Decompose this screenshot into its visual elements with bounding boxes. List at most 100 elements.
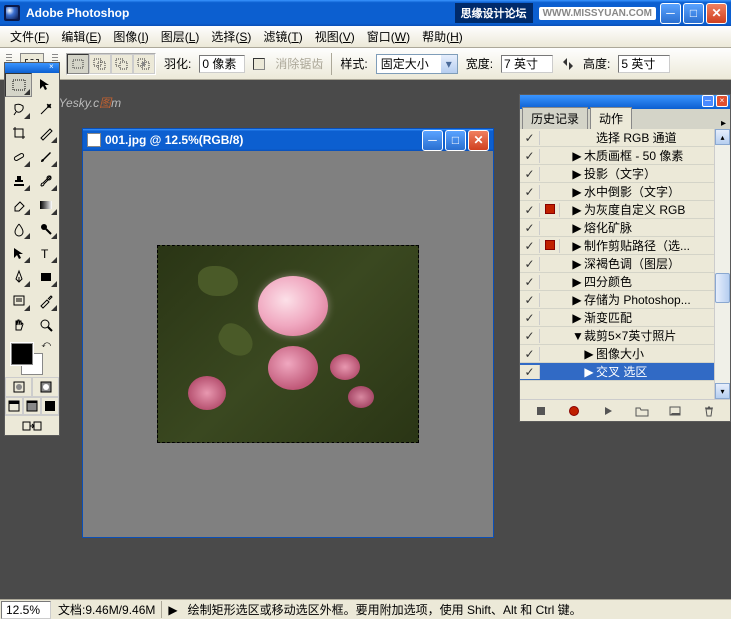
disclosure-icon[interactable]: ▶ — [584, 347, 594, 361]
close-button[interactable]: ✕ — [706, 3, 727, 24]
dodge-tool[interactable] — [32, 217, 59, 241]
swap-colors-icon[interactable]: ⤺ — [41, 339, 51, 350]
action-row[interactable]: ✓选择 RGB 通道 — [520, 129, 730, 147]
minimize-button[interactable]: ─ — [660, 3, 681, 24]
intersect-selection-button[interactable] — [133, 54, 155, 74]
action-row[interactable]: ✓▶存储为 Photoshop... — [520, 291, 730, 309]
stamp-tool[interactable] — [5, 169, 32, 193]
toggle-check[interactable]: ✓ — [520, 257, 540, 271]
path-select-tool[interactable] — [5, 241, 32, 265]
action-row[interactable]: ✓▶渐变匹配 — [520, 309, 730, 327]
menu-t[interactable]: 滤镜(T) — [257, 26, 308, 47]
blur-tool[interactable] — [5, 217, 32, 241]
disclosure-icon[interactable]: ▶ — [572, 167, 582, 181]
toggle-check[interactable]: ✓ — [520, 347, 540, 361]
panel-close-button[interactable]: × — [716, 95, 728, 107]
action-row[interactable]: ✓▶木质画框 - 50 像素 — [520, 147, 730, 165]
quickmask-mode-button[interactable] — [32, 377, 59, 397]
screen-mode-standard[interactable] — [5, 397, 23, 415]
status-menu-icon[interactable]: ▶ — [162, 603, 183, 617]
image-canvas[interactable] — [157, 245, 419, 443]
style-select[interactable]: 固定大小 ▾ — [376, 54, 458, 74]
wand-tool[interactable] — [32, 97, 59, 121]
action-row[interactable]: ✓▶四分颜色 — [520, 273, 730, 291]
screen-mode-full[interactable] — [41, 397, 59, 415]
heal-tool[interactable] — [5, 145, 32, 169]
play-button[interactable] — [599, 403, 617, 419]
disclosure-icon[interactable]: ▼ — [572, 329, 582, 343]
standard-mode-button[interactable] — [5, 377, 32, 397]
shape-tool[interactable] — [32, 265, 59, 289]
toggle-check[interactable]: ✓ — [520, 293, 540, 307]
action-row[interactable]: ✓▶制作剪贴路径（选... — [520, 237, 730, 255]
disclosure-icon[interactable]: ▶ — [572, 221, 582, 235]
toggle-dialog[interactable] — [540, 203, 560, 217]
action-row[interactable]: ✓▶交叉 选区 — [520, 363, 730, 381]
scroll-down-button[interactable]: ▾ — [715, 383, 730, 399]
height-input[interactable] — [618, 55, 670, 73]
disclosure-icon[interactable]: ▶ — [572, 257, 582, 271]
notes-tool[interactable] — [5, 289, 32, 313]
add-selection-button[interactable] — [89, 54, 111, 74]
doc-minimize-button[interactable]: ─ — [422, 130, 443, 151]
toggle-check[interactable]: ✓ — [520, 329, 540, 343]
new-set-button[interactable] — [633, 403, 651, 419]
disclosure-icon[interactable]: ▶ — [572, 275, 582, 289]
doc-info[interactable]: 文档:9.46M/9.46M — [52, 601, 162, 618]
toggle-check[interactable]: ✓ — [520, 221, 540, 235]
menu-i[interactable]: 图像(I) — [107, 26, 154, 47]
toggle-check[interactable]: ✓ — [520, 239, 540, 253]
document-titlebar[interactable]: 001.jpg @ 12.5%(RGB/8) ─ □ ✕ — [83, 129, 493, 151]
tab-actions[interactable]: 动作 — [590, 107, 632, 129]
panel-menu-icon[interactable]: ▸ — [721, 118, 726, 129]
menu-e[interactable]: 编辑(E) — [55, 26, 107, 47]
toggle-check[interactable]: ✓ — [520, 275, 540, 289]
disclosure-icon[interactable]: ▶ — [572, 149, 582, 163]
marquee-tool[interactable] — [5, 73, 32, 97]
lasso-tool[interactable] — [5, 97, 32, 121]
swap-dimensions-icon[interactable] — [561, 57, 575, 71]
gradient-tool[interactable] — [32, 193, 59, 217]
eraser-tool[interactable] — [5, 193, 32, 217]
toggle-check[interactable]: ✓ — [520, 311, 540, 325]
action-row[interactable]: ✓▶熔化矿脉 — [520, 219, 730, 237]
doc-close-button[interactable]: ✕ — [468, 130, 489, 151]
toggle-check[interactable]: ✓ — [520, 203, 540, 217]
action-row[interactable]: ✓▶深褐色调（图层） — [520, 255, 730, 273]
scroll-track[interactable] — [715, 145, 730, 383]
action-row[interactable]: ✓▶图像大小 — [520, 345, 730, 363]
history-brush-tool[interactable] — [32, 169, 59, 193]
jump-to-imageready[interactable] — [5, 415, 59, 435]
new-action-button[interactable] — [666, 403, 684, 419]
pen-tool[interactable] — [5, 265, 32, 289]
disclosure-icon[interactable]: ▶ — [572, 203, 582, 217]
toggle-check[interactable]: ✓ — [520, 185, 540, 199]
screen-mode-fullmenu[interactable] — [23, 397, 41, 415]
action-row[interactable]: ✓▶水中倒影（文字） — [520, 183, 730, 201]
scroll-up-button[interactable]: ▴ — [715, 129, 730, 145]
toggle-check[interactable]: ✓ — [520, 167, 540, 181]
width-input[interactable] — [501, 55, 553, 73]
maximize-button[interactable]: □ — [683, 3, 704, 24]
trash-button[interactable] — [700, 403, 718, 419]
canvas-area[interactable] — [83, 151, 493, 537]
disclosure-icon[interactable]: ▶ — [572, 185, 582, 199]
toggle-dialog[interactable] — [540, 239, 560, 253]
toolbox-header[interactable]: × — [5, 63, 59, 73]
brush-tool[interactable] — [32, 145, 59, 169]
record-button[interactable] — [565, 403, 583, 419]
disclosure-icon[interactable]: ▶ — [584, 365, 594, 379]
disclosure-icon[interactable]: ▶ — [572, 293, 582, 307]
close-icon[interactable]: × — [49, 63, 57, 71]
action-row[interactable]: ✓▶投影（文字） — [520, 165, 730, 183]
action-row[interactable]: ✓▼裁剪5×7英寸照片 — [520, 327, 730, 345]
disclosure-icon[interactable]: ▶ — [572, 311, 582, 325]
menu-w[interactable]: 窗口(W) — [361, 26, 416, 47]
type-tool[interactable]: T — [32, 241, 59, 265]
panel-minimize-button[interactable]: ─ — [702, 95, 714, 107]
toggle-check[interactable]: ✓ — [520, 149, 540, 163]
menu-h[interactable]: 帮助(H) — [416, 26, 469, 47]
zoom-input[interactable] — [1, 601, 51, 619]
feather-input[interactable] — [199, 55, 245, 73]
subtract-selection-button[interactable] — [111, 54, 133, 74]
